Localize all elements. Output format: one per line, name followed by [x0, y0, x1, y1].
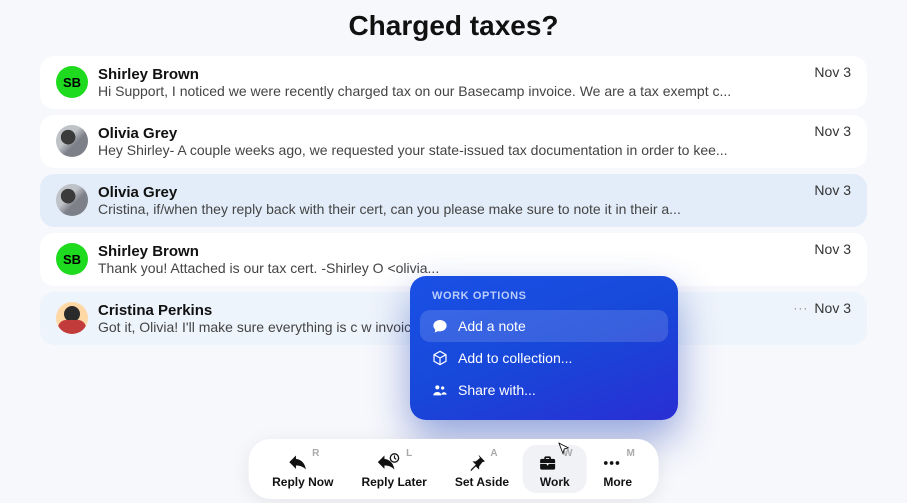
message-date: Nov 3: [814, 64, 851, 80]
dots-icon: [601, 453, 623, 473]
popup-item-add-a-note[interactable]: Add a note: [420, 310, 668, 342]
avatar: [56, 125, 88, 157]
message-date-label: Nov 3: [814, 300, 851, 316]
message-date-label: Nov 3: [814, 123, 851, 139]
tool-shortcut-key: M: [627, 448, 635, 459]
chat-bubble-icon: [432, 318, 448, 334]
pin-icon: [466, 453, 486, 473]
message-body: Shirley BrownHi Support, I noticed we we…: [98, 66, 851, 99]
message-row[interactable]: Olivia GreyCristina, if/when they reply …: [40, 174, 867, 227]
message-date: ··· Nov 3: [793, 300, 851, 316]
cube-icon: [432, 350, 448, 366]
popup-item-label: Add to collection...: [458, 350, 572, 366]
tool-reply-later[interactable]: L Reply Later: [347, 445, 440, 493]
message-sender: Shirley Brown: [98, 243, 851, 260]
reply-clock-icon: [376, 453, 402, 473]
avatar-initials: SB: [63, 252, 81, 267]
ellipsis-icon[interactable]: ···: [793, 301, 808, 315]
tool-shortcut-key: L: [406, 448, 412, 459]
tool-set-aside[interactable]: A Set Aside: [441, 445, 523, 493]
message-date-label: Nov 3: [814, 64, 851, 80]
reply-icon: [286, 453, 308, 473]
tool-more[interactable]: M More: [587, 445, 649, 493]
popup-header: WORK OPTIONS: [420, 290, 668, 310]
tool-reply-now[interactable]: R Reply Now: [258, 445, 347, 493]
avatar: [56, 184, 88, 216]
cursor-icon: [557, 442, 571, 456]
popup-item-add-to-collection[interactable]: Add to collection...: [420, 342, 668, 374]
message-body: Olivia GreyCristina, if/when they reply …: [98, 184, 851, 217]
tool-shortcut-key: R: [312, 448, 319, 459]
tool-label: More: [603, 475, 632, 489]
message-body: Olivia GreyHey Shirley- A couple weeks a…: [98, 125, 851, 158]
tool-shortcut-key: A: [490, 448, 497, 459]
tool-label: Reply Now: [272, 475, 333, 489]
page-title: Charged taxes?: [0, 0, 907, 56]
tool-label: Reply Later: [361, 475, 426, 489]
message-date-label: Nov 3: [814, 241, 851, 257]
message-date-label: Nov 3: [814, 182, 851, 198]
message-date: Nov 3: [814, 182, 851, 198]
bottom-toolbar: R Reply Now L Reply Later A Set Aside WWork M Mo…: [248, 439, 659, 499]
message-date: Nov 3: [814, 123, 851, 139]
avatar: [56, 302, 88, 334]
tool-label: Work: [540, 475, 570, 489]
message-preview: Hey Shirley- A couple weeks ago, we requ…: [98, 142, 851, 158]
message-sender: Olivia Grey: [98, 125, 851, 142]
popup-item-label: Add a note: [458, 318, 526, 334]
message-sender: Olivia Grey: [98, 184, 851, 201]
message-sender: Shirley Brown: [98, 66, 851, 83]
avatar-initials: SB: [63, 75, 81, 90]
message-preview: Hi Support, I noticed we were recently c…: [98, 83, 851, 99]
message-body: Shirley BrownThank you! Attached is our …: [98, 243, 851, 276]
message-preview: Cristina, if/when they reply back with t…: [98, 201, 851, 217]
message-row[interactable]: SB Shirley BrownHi Support, I noticed we …: [40, 56, 867, 109]
avatar: SB: [56, 243, 88, 275]
briefcase-icon: [537, 453, 559, 473]
popup-items: Add a note Add to collection... Share with…: [420, 310, 668, 406]
popup-item-label: Share with...: [458, 382, 536, 398]
message-date: Nov 3: [814, 241, 851, 257]
work-options-popup: WORK OPTIONS Add a note Add to collection…: [410, 276, 678, 420]
tool-label: Set Aside: [455, 475, 509, 489]
message-preview: Thank you! Attached is our tax cert. -Sh…: [98, 260, 851, 276]
people-icon: [432, 382, 448, 398]
avatar: SB: [56, 66, 88, 98]
popup-item-share-with[interactable]: Share with...: [420, 374, 668, 406]
message-row[interactable]: Olivia GreyHey Shirley- A couple weeks a…: [40, 115, 867, 168]
tool-work[interactable]: WWork: [523, 445, 586, 493]
